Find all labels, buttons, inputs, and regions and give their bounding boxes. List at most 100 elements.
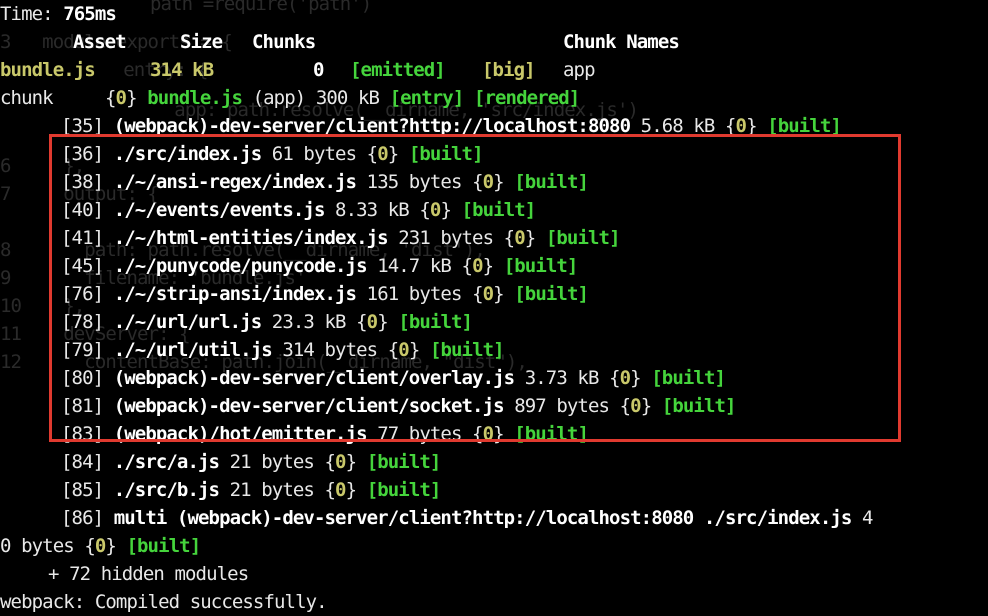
chunk-file: bundle.js xyxy=(147,87,243,109)
brace-close: } xyxy=(408,339,420,361)
module-chunk: 0 xyxy=(482,283,494,305)
brace-open: { xyxy=(619,395,631,417)
built-badge: [built] xyxy=(366,479,442,501)
module-size: 161 bytes xyxy=(366,283,463,305)
module-line: [80] (webpack)-dev-server/client/overlay… xyxy=(61,364,726,392)
module-id: [79] xyxy=(61,339,104,361)
asset-name: bundle.js xyxy=(0,59,96,81)
module-line: [35] (webpack)-dev-server/client?http://… xyxy=(61,112,842,140)
built-badge: [built] xyxy=(767,115,842,137)
module-id: [80] xyxy=(61,367,104,389)
header-chunk-names: Chunk Names xyxy=(563,31,680,53)
asset-size: 314 kB xyxy=(150,59,214,81)
module-id: [86] xyxy=(61,507,104,529)
module-line: [81] (webpack)-dev-server/client/socket.… xyxy=(61,392,736,420)
module-path: ./~/url/url.js xyxy=(113,311,262,333)
module-size: 21 bytes xyxy=(229,479,315,501)
module-line: [40] ./~/events/events.js 8.33 kB {0} [b… xyxy=(61,196,537,224)
module-line: [38] ./~/ansi-regex/index.js 135 bytes {… xyxy=(61,168,589,196)
brace-open: { xyxy=(324,479,336,501)
header-chunks: Chunks xyxy=(252,31,316,53)
built-badge: [built] xyxy=(661,395,737,417)
built-badge: [built] xyxy=(514,171,589,193)
brace-close: } xyxy=(524,227,536,249)
rendered-badge: [rendered] xyxy=(473,87,580,109)
module-path: (webpack)-dev-server/client/socket.js xyxy=(113,395,505,417)
emitted-badge: [emitted] xyxy=(350,59,446,81)
module-size: 5.68 kB xyxy=(640,115,716,137)
module-id: [76] xyxy=(61,283,104,305)
brace-open: { xyxy=(472,423,483,445)
module-path: ./~/punycode/punycode.js xyxy=(113,255,368,277)
module-size: 23.3 kB xyxy=(271,311,347,333)
module-chunk: 0 xyxy=(482,423,494,445)
module-path: ./~/ansi-regex/index.js xyxy=(113,171,357,193)
brace-close: } xyxy=(493,171,504,193)
brace-open: { xyxy=(472,171,483,193)
module-id: [78] xyxy=(61,311,104,333)
module-line: [85] ./src/b.js 21 bytes {0} [built] xyxy=(61,476,442,504)
module-chunk: 0 xyxy=(619,367,631,389)
chunk-info: {0} bundle.js (app) 300 kB [entry] [rend… xyxy=(105,84,580,112)
built-badge: [built] xyxy=(514,283,589,305)
module-id: [38] xyxy=(61,171,104,193)
module-line: [76] ./~/strip-ansi/index.js 161 bytes {… xyxy=(61,280,589,308)
entry-badge: [entry] xyxy=(389,87,465,109)
module-path: ./src/a.js xyxy=(113,451,220,473)
module-chunk: 0 xyxy=(335,479,346,501)
header-asset: Asset xyxy=(73,31,127,53)
module-size: 77 bytes xyxy=(377,423,462,445)
module-path: ./src/b.js xyxy=(113,479,220,501)
time-line: Time: 765ms xyxy=(0,0,117,28)
module-line: [83] (webpack)/hot/emitter.js 77 bytes {… xyxy=(61,420,589,448)
module-size: 231 bytes xyxy=(398,227,494,249)
brace-open: { xyxy=(366,143,378,165)
brace-open: { xyxy=(609,367,620,389)
header-size: Size xyxy=(180,31,223,53)
module-chunk: 0 xyxy=(630,395,641,417)
module-path: ./~/html-entities/index.js xyxy=(113,227,389,249)
module-line: [78] ./~/url/url.js 23.3 kB {0} [built] xyxy=(61,308,473,336)
brace-close: } xyxy=(126,87,137,109)
module-size: 135 bytes xyxy=(366,171,463,193)
module-line: [79] ./~/url/util.js 314 bytes {0} [buil… xyxy=(61,336,505,364)
final-status-line: webpack: Compiled successfully. xyxy=(0,591,328,613)
brace-open: { xyxy=(503,227,515,249)
module-id: [85] xyxy=(61,479,104,501)
wrap-chunk: 0 xyxy=(94,535,106,557)
module-line: [45] ./~/punycode/punycode.js 14.7 kB {0… xyxy=(61,252,578,280)
brace-close: } xyxy=(440,199,451,221)
module-path: (webpack)-dev-server/client?http://local… xyxy=(113,115,631,137)
built-badge: [built] xyxy=(398,311,473,333)
module-line: [84] ./src/a.js 21 bytes {0} [built] xyxy=(61,448,442,476)
time-value: 765ms xyxy=(63,3,117,25)
brace-open: { xyxy=(419,199,430,221)
module-line: [36] ./src/index.js 61 bytes {0} [built] xyxy=(61,140,484,168)
chunk-id: 0 xyxy=(115,87,127,109)
brace-open: { xyxy=(105,87,116,109)
built-badge: [built] xyxy=(461,199,537,221)
module-chunk: 0 xyxy=(514,227,525,249)
brace-close: } xyxy=(482,255,494,277)
built-badge: [built] xyxy=(366,451,442,473)
module-size: 314 bytes xyxy=(282,339,378,361)
big-badge: [big] xyxy=(482,59,536,81)
module-size: 61 bytes xyxy=(271,143,357,165)
module-size: 4 xyxy=(861,507,873,529)
module-id: [81] xyxy=(61,395,104,417)
module-path: ./~/strip-ansi/index.js xyxy=(113,283,357,305)
module-line: [86] multi (webpack)-dev-server/client?h… xyxy=(61,504,873,532)
module-id: [41] xyxy=(61,227,104,249)
brace-close: } xyxy=(387,143,399,165)
module-path: ./~/url/util.js xyxy=(113,339,273,361)
module-id: [36] xyxy=(61,143,104,165)
hidden-modules-line: + 72 hidden modules xyxy=(48,563,249,585)
built-badge: [built] xyxy=(545,227,621,249)
asset-chunk-name: app xyxy=(563,59,596,81)
ghost-line: path =require('path') xyxy=(150,0,372,15)
module-size: 3.73 kB xyxy=(524,367,600,389)
module-chunk: 0 xyxy=(429,199,441,221)
time-label: Time: xyxy=(0,3,64,25)
built-badge: [built] xyxy=(429,339,505,361)
module-id: [83] xyxy=(61,423,104,445)
